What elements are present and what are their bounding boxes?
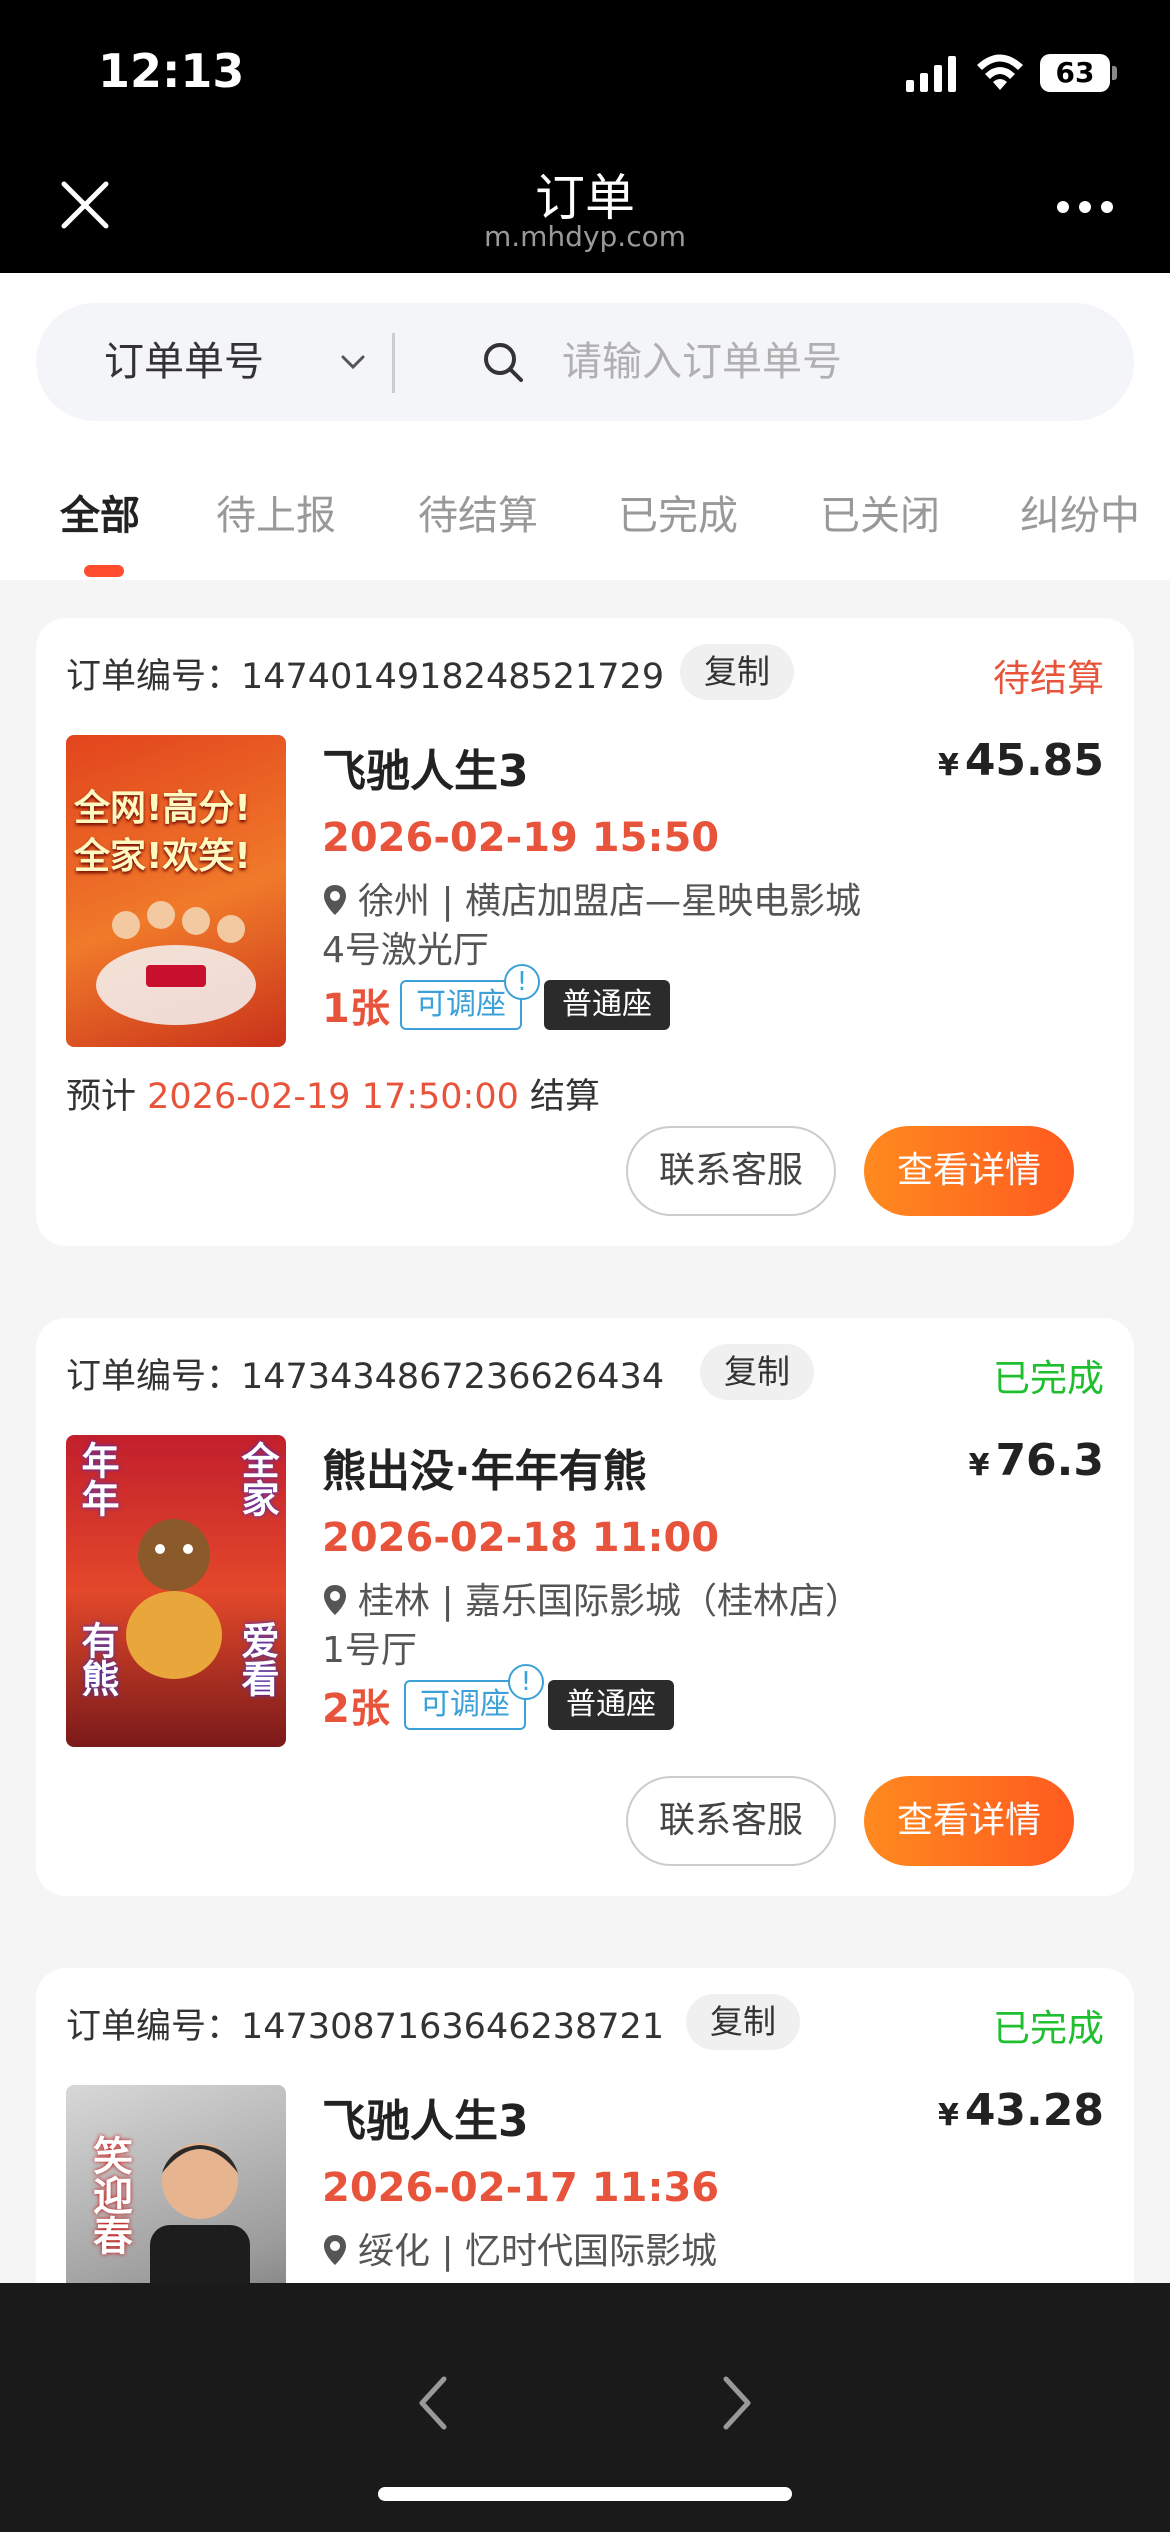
- price-value: 76.3: [995, 1435, 1104, 1486]
- location-pin-icon: [324, 2235, 346, 2265]
- status-bar: 12:13 63: [0, 0, 1170, 140]
- tab-dispute[interactable]: 纠纷中: [1020, 483, 1140, 541]
- poster-art: [126, 1519, 222, 1679]
- location-pin-icon: [324, 1585, 346, 1615]
- search-divider: [392, 333, 395, 393]
- order-status: 待结算: [993, 657, 1104, 700]
- cinema-name: 绥化 | 忆时代国际影城: [358, 2231, 718, 2272]
- search-input[interactable]: [562, 303, 1102, 421]
- poster-art: [96, 901, 256, 1025]
- ticket-quantity: 2张: [322, 1686, 390, 1732]
- browser-toolbar: [0, 2283, 1170, 2532]
- estimate-prefix: 预计: [66, 1077, 137, 1117]
- adjustable-seat-tag: 可调座: [400, 980, 522, 1030]
- search-bar: 订单单号: [36, 303, 1134, 421]
- order-status: 已完成: [993, 1357, 1104, 1400]
- copy-button[interactable]: 复制: [680, 644, 794, 700]
- price-symbol: ¥: [968, 1448, 990, 1483]
- battery-nub: [1112, 66, 1117, 80]
- contact-service-button[interactable]: 联系客服: [626, 1126, 836, 1216]
- estimate-time: 2026-02-19 17:50:00: [147, 1077, 519, 1117]
- movie-title: 飞驰人生3: [322, 746, 529, 797]
- poster-text: 全家: [235, 1441, 279, 1517]
- page-url: m.mhdyp.com: [483, 220, 686, 253]
- price-symbol: ¥: [937, 2098, 959, 2133]
- seat-type-tag: 普通座: [544, 980, 670, 1030]
- order-number: 订单编号：1473087163646238721: [66, 2007, 665, 2047]
- info-icon[interactable]: !: [508, 1664, 544, 1700]
- chevron-down-icon[interactable]: [338, 347, 368, 377]
- movie-poster[interactable]: 年年 全家 有熊 爱看: [66, 1435, 286, 1747]
- price-value: 45.85: [964, 735, 1104, 786]
- adjustable-seat-tag: 可调座: [404, 1680, 526, 1730]
- movie-poster[interactable]: 全网!高分! 全家!欢笑!: [66, 735, 286, 1047]
- order-card: 订单编号：1474014918248521729 复制 待结算 全网!高分! 全…: [36, 618, 1134, 1246]
- nav-bar: 订单 m.mhdyp.com: [0, 140, 1170, 273]
- hall-name: 4号激光厅: [322, 930, 489, 971]
- cinema-info: 桂林 | 嘉乐国际影城（桂林店）: [322, 1572, 861, 1624]
- forward-arrow-icon[interactable]: [716, 2373, 756, 2433]
- settlement-estimate: 预计 2026-02-19 17:50:00 结算: [66, 1068, 600, 1119]
- tab-closed[interactable]: 已关闭: [820, 483, 940, 541]
- tab-completed[interactable]: 已完成: [618, 483, 738, 541]
- wifi-icon: [977, 54, 1023, 90]
- cellular-signal-icon: [906, 56, 956, 92]
- estimate-suffix: 结算: [530, 1077, 601, 1117]
- order-card: 订单编号：1473434867236626434 复制 已完成 年年 全家 有熊…: [36, 1318, 1134, 1896]
- order-price: ¥76.3: [969, 1435, 1104, 1486]
- header-area: 订单单号 全部 待上报 待结算 已完成 已关闭 纠纷中: [0, 273, 1170, 580]
- poster-art: [150, 2143, 250, 2305]
- view-details-button[interactable]: 查看详情: [864, 1126, 1074, 1216]
- tab-to-settle[interactable]: 待结算: [418, 483, 538, 541]
- home-indicator[interactable]: [378, 2487, 792, 2501]
- hall-name: 1号厅: [322, 1630, 417, 1671]
- contact-service-button[interactable]: 联系客服: [626, 1776, 836, 1866]
- ticket-quantity: 1张: [322, 986, 390, 1032]
- search-type-select[interactable]: 订单单号: [104, 303, 264, 421]
- tab-to-report[interactable]: 待上报: [216, 483, 336, 541]
- order-status: 已完成: [993, 2007, 1104, 2050]
- order-price: ¥45.85: [938, 735, 1104, 786]
- order-price: ¥43.28: [938, 2085, 1104, 2136]
- show-time: 2026-02-19 15:50: [322, 815, 720, 861]
- back-arrow-icon[interactable]: [414, 2373, 454, 2433]
- cinema-info: 徐州 | 横店加盟店—星映电影城: [322, 872, 861, 924]
- poster-text: 爱看: [235, 1621, 279, 1697]
- location-pin-icon: [324, 885, 346, 915]
- status-time: 12:13: [98, 44, 245, 98]
- tab-active-indicator: [84, 565, 124, 577]
- cinema-name: 徐州 | 横店加盟店—星映电影城: [358, 881, 862, 922]
- show-time: 2026-02-17 11:36: [322, 2165, 720, 2211]
- order-number: 订单编号：1474014918248521729: [66, 657, 665, 697]
- info-icon[interactable]: !: [504, 964, 540, 1000]
- show-time: 2026-02-18 11:00: [322, 1515, 720, 1561]
- tab-all[interactable]: 全部: [60, 483, 140, 541]
- battery-icon: 63: [1040, 54, 1110, 92]
- search-icon: [484, 343, 523, 382]
- copy-button[interactable]: 复制: [686, 1994, 800, 2050]
- copy-button[interactable]: 复制: [700, 1344, 814, 1400]
- movie-title: 熊出没·年年有熊: [322, 1446, 647, 1497]
- poster-text: 全网!高分!: [74, 788, 251, 829]
- more-icon[interactable]: [1056, 200, 1114, 214]
- poster-text: 全家!欢笑!: [74, 836, 251, 877]
- view-details-button[interactable]: 查看详情: [864, 1776, 1074, 1866]
- cinema-name: 桂林 | 嘉乐国际影城（桂林店）: [358, 1581, 862, 1622]
- seat-type-tag: 普通座: [548, 1680, 674, 1730]
- cinema-info: 绥化 | 忆时代国际影城: [322, 2222, 717, 2274]
- movie-title: 飞驰人生3: [322, 2096, 529, 2147]
- status-tabs: 全部 待上报 待结算 已完成 已关闭 纠纷中: [0, 483, 1170, 580]
- price-value: 43.28: [964, 2085, 1104, 2136]
- order-number: 订单编号：1473434867236626434: [66, 1357, 665, 1397]
- price-symbol: ¥: [937, 748, 959, 783]
